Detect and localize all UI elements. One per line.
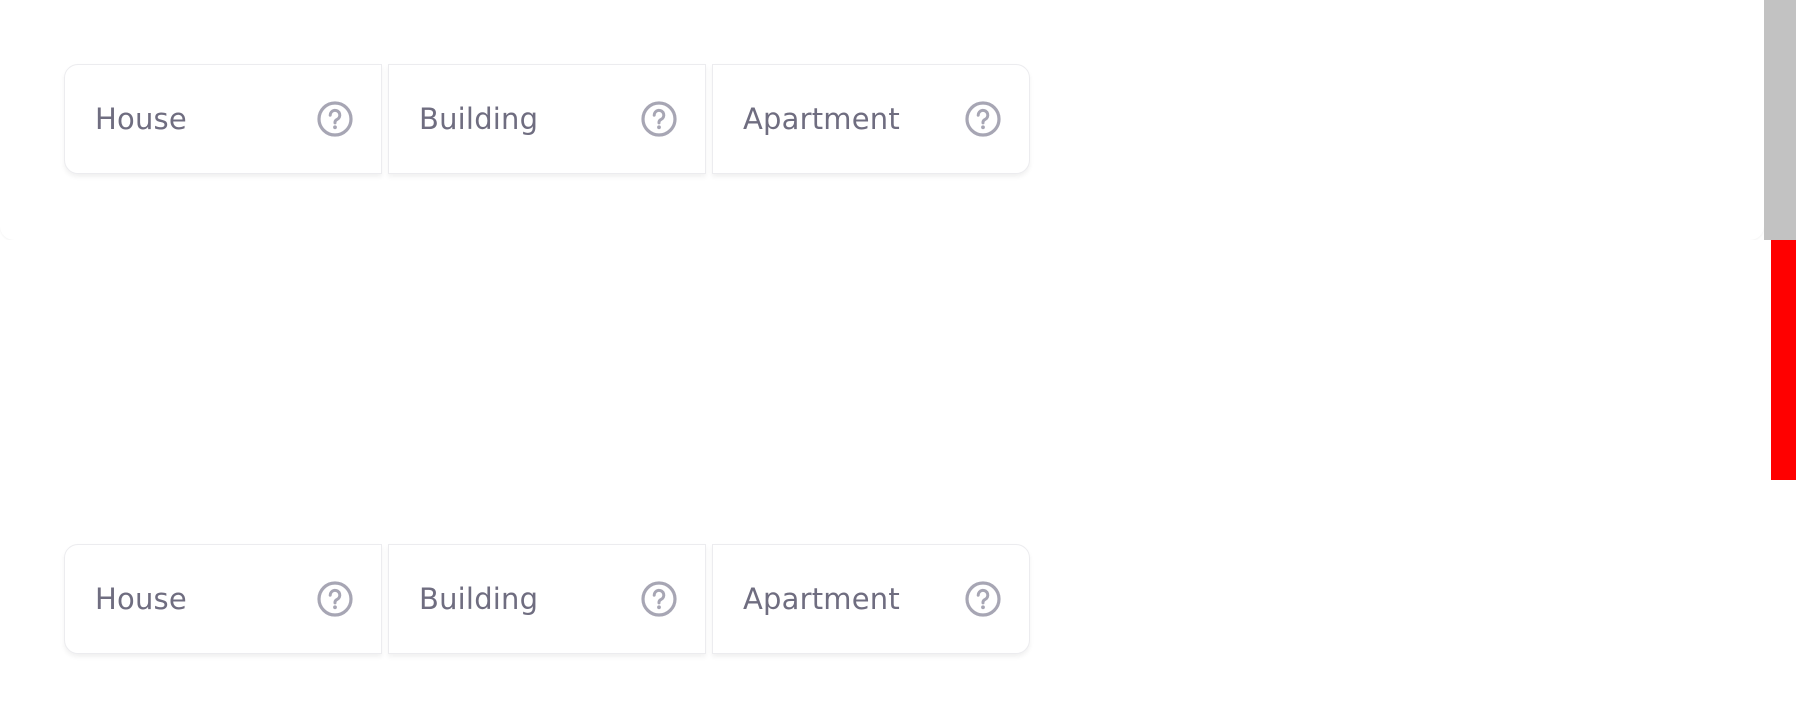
option-building[interactable]: Building (388, 64, 706, 174)
page: House Building Apartment House Building … (0, 0, 1796, 720)
help-circle-icon[interactable] (963, 579, 1003, 619)
help-circle-icon[interactable] (315, 99, 355, 139)
scrollbar-position-marker (1771, 240, 1796, 480)
option-label: House (95, 102, 187, 136)
help-circle-icon[interactable] (639, 579, 679, 619)
option-label: Apartment (743, 102, 900, 136)
option-label: Apartment (743, 582, 900, 616)
property-type-selector: House Building Apartment (64, 64, 1030, 174)
property-type-selector: House Building Apartment (64, 544, 1030, 654)
option-label: Building (419, 102, 539, 136)
property-type-panel-top: House Building Apartment (0, 0, 1764, 240)
option-apartment[interactable]: Apartment (712, 544, 1030, 654)
help-circle-icon[interactable] (315, 579, 355, 619)
option-label: House (95, 582, 187, 616)
option-house[interactable]: House (64, 64, 382, 174)
option-apartment[interactable]: Apartment (712, 64, 1030, 174)
option-building[interactable]: Building (388, 544, 706, 654)
option-label: Building (419, 582, 539, 616)
help-circle-icon[interactable] (639, 99, 679, 139)
option-house[interactable]: House (64, 544, 382, 654)
help-circle-icon[interactable] (963, 99, 1003, 139)
scrollbar-thumb[interactable] (1764, 0, 1796, 240)
